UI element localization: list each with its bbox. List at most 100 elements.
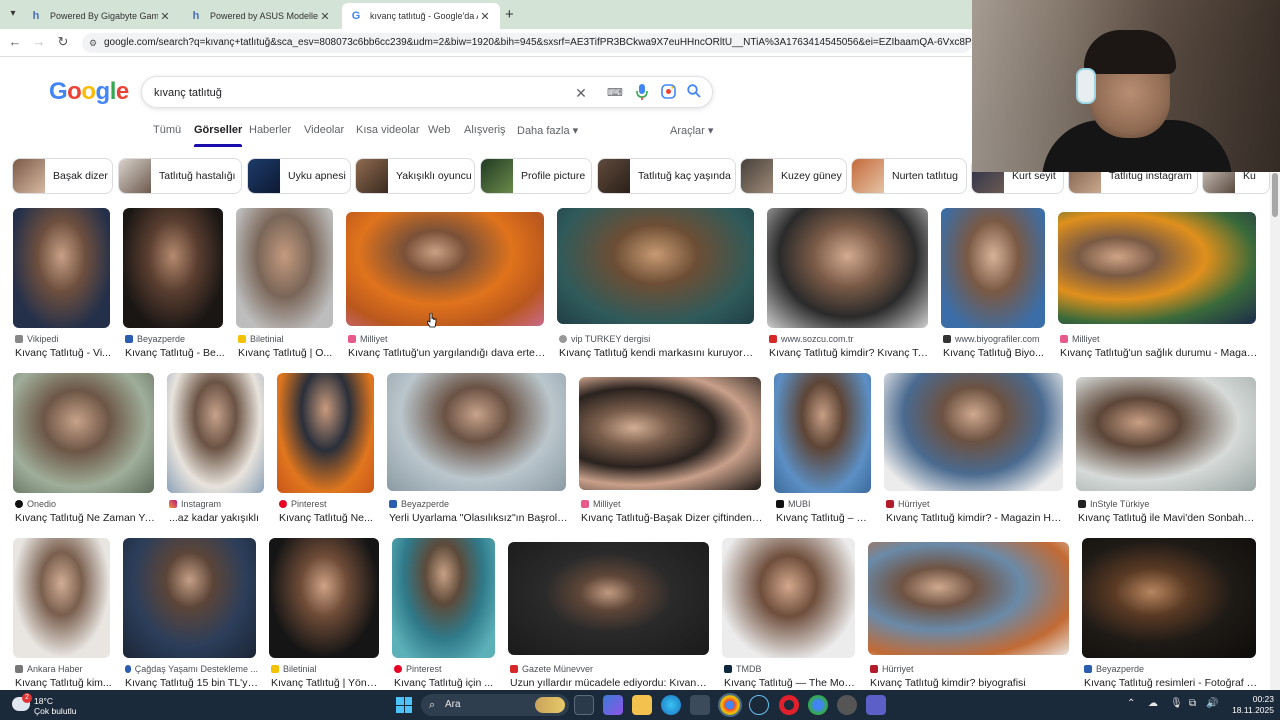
result-image[interactable]	[123, 538, 256, 658]
image-result-hovered[interactable]: Milliyet Kıvanç Tatlıtuğ'un yargılandığı…	[346, 208, 546, 360]
result-title[interactable]: Kıvanç Tatlıtuğ-Başak Dizer çiftinden s.…	[581, 512, 763, 524]
tab-web[interactable]: Web	[428, 124, 450, 136]
image-result[interactable]: MUBI Kıvanç Tatlıtuğ – M...	[774, 373, 873, 525]
result-image[interactable]	[884, 373, 1063, 491]
result-title[interactable]: Kıvanç Tatlıtuğ Ne Zaman Ye...	[15, 512, 156, 524]
result-title[interactable]: Kıvanç Tatlıtuğ - Vi...	[15, 347, 112, 359]
tab-videos[interactable]: Videolar	[304, 124, 344, 136]
result-image[interactable]	[13, 538, 110, 658]
microphone-tray-icon[interactable]: 🎙	[1170, 698, 1183, 709]
result-title[interactable]: Kıvanç Tatlıtuğ ile Mavi'den Sonbahar/..…	[1078, 512, 1258, 524]
image-result[interactable]: Beyazperde Yerli Uyarlama "Olasılıksız"ı…	[387, 373, 568, 525]
result-image[interactable]	[277, 373, 374, 493]
result-image[interactable]	[774, 373, 871, 493]
result-title[interactable]: Kıvanç Tatlıtuğ'un sağlık durumu - Magaz…	[1060, 347, 1258, 359]
new-tab-button[interactable]: +	[505, 6, 514, 23]
clear-icon[interactable]: ✕	[573, 84, 589, 102]
result-source[interactable]: InStyle Türkiye	[1078, 499, 1258, 509]
close-tab-icon[interactable]: ✕	[318, 10, 332, 23]
forward-icon[interactable]: →	[30, 34, 48, 49]
result-source[interactable]: Beyazperde	[389, 499, 568, 509]
back-icon[interactable]: ←	[6, 34, 24, 49]
chip[interactable]: Uyku apnesi	[247, 158, 351, 194]
result-image[interactable]	[868, 542, 1069, 655]
scrollbar-thumb[interactable]	[1272, 173, 1278, 217]
site-info-icon[interactable]: ⚙	[89, 33, 97, 53]
image-result[interactable]: Hürriyet Kıvanç Tatlıtuğ kimdir? - Magaz…	[884, 373, 1065, 525]
tab-short-videos[interactable]: Kısa videolar	[356, 124, 420, 136]
network-icon[interactable]: ⧉	[1189, 698, 1196, 709]
image-result[interactable]: Onedio Kıvanç Tatlıtuğ Ne Zaman Ye...	[13, 373, 156, 525]
chip[interactable]: Yakışıklı oyuncu	[355, 158, 475, 194]
system-clock[interactable]: 00:23 18.11.2025	[1222, 694, 1274, 716]
result-title[interactable]: Kıvanç Tatlıtuğ için ...	[394, 677, 497, 689]
result-title[interactable]: Kıvanç Tatlıtuğ | Yöne...	[271, 677, 381, 689]
browser-tab-active[interactable]: G kıvanç tatlıtuğ - Google'da Ara ✕	[342, 3, 500, 29]
result-image[interactable]	[557, 208, 754, 324]
page-scrollbar[interactable]	[1270, 173, 1280, 690]
taskbar-search[interactable]: ⌕ Ara	[421, 694, 569, 716]
search-input[interactable]	[154, 83, 554, 103]
image-result[interactable]: vip TURKEY dergisi Kıvanç Tatlıtuğ kendi…	[557, 208, 756, 360]
image-result[interactable]: TMDB Kıvanç Tatlıtuğ — The Mov...	[722, 538, 857, 690]
image-result[interactable]: Gazete Münevver Uzun yıllardır mücadele …	[508, 538, 711, 690]
image-result[interactable]: Beyazperde Kıvanç Tatlıtuğ - Be...	[123, 208, 225, 360]
result-title[interactable]: Uzun yıllardır mücadele ediyordu: Kıvanç…	[510, 677, 711, 689]
image-result[interactable]: Pinterest Kıvanç Tatlıtuğ için ...	[392, 538, 495, 690]
result-image[interactable]	[269, 538, 379, 658]
result-image[interactable]	[236, 208, 333, 328]
result-title[interactable]: Kıvanç Tatlıtuğ resimleri - Fotoğraf K..…	[1084, 677, 1258, 689]
address-bar[interactable]: ⚙ google.com/search?q=kıvanç+tatlıtuğ&sc…	[82, 33, 972, 53]
result-title[interactable]: ...az kadar yakışıklı	[169, 512, 266, 524]
result-title[interactable]: Kıvanç Tatlıtuğ kendi markasını kuruyor …	[559, 347, 756, 359]
settings-icon[interactable]	[837, 695, 857, 715]
chip[interactable]: Nurten tatlıtug	[851, 158, 967, 194]
result-title[interactable]: Kıvanç Tatlıtuğ — The Mov...	[724, 677, 857, 689]
result-image[interactable]	[13, 208, 110, 328]
result-image[interactable]	[579, 377, 761, 490]
reload-icon[interactable]: ↻	[54, 34, 72, 50]
chip[interactable]: Tatlıtuğ kaç yaşında	[597, 158, 736, 194]
result-image[interactable]	[123, 208, 223, 328]
result-title[interactable]: Kıvanç Tatlıtuğ kim...	[15, 677, 112, 689]
microsoft-store-icon[interactable]	[690, 695, 710, 715]
browser-tab[interactable]: h Powered By Gigabyte Gaming C ✕	[22, 3, 180, 29]
image-result[interactable]: Milliyet Kıvanç Tatlıtuğ'un sağlık durum…	[1058, 208, 1258, 360]
search-icon[interactable]	[686, 84, 702, 103]
result-title[interactable]: Kıvanç Tatlıtuğ Biyo...	[943, 347, 1047, 359]
result-image[interactable]	[722, 538, 855, 658]
tab-all[interactable]: Tümü	[153, 124, 181, 136]
image-result[interactable]: www.sozcu.com.tr Kıvanç Tatlıtuğ kimdir?…	[767, 208, 930, 360]
result-title[interactable]: Kıvanç Tatlıtuğ 15 bin TL'yi...	[125, 677, 258, 689]
onedrive-icon[interactable]: ☁	[1148, 698, 1158, 709]
image-result[interactable]: Pinterest Kıvanç Tatlıtuğ Ne...	[277, 373, 374, 525]
teams-icon[interactable]	[866, 695, 886, 715]
file-explorer-icon[interactable]	[632, 695, 652, 715]
result-source[interactable]: www.biyografiler.com	[943, 334, 1047, 344]
chip[interactable]: Tatlıtuğ hastalığı	[118, 158, 242, 194]
image-result[interactable]: Çağdaş Yaşamı Destekleme ... Kıvanç Tatl…	[123, 538, 258, 690]
result-source[interactable]: Pinterest	[279, 499, 376, 509]
volume-icon[interactable]: 🔊	[1206, 698, 1218, 709]
result-image[interactable]	[767, 208, 928, 328]
result-source[interactable]: Onedio	[15, 499, 156, 509]
result-title[interactable]: Kıvanç Tatlıtuğ Ne...	[279, 512, 376, 524]
result-source[interactable]: Milliyet	[348, 334, 546, 344]
result-source[interactable]: vip TURKEY dergisi	[559, 334, 756, 344]
result-source[interactable]: Beyazperde	[125, 334, 225, 344]
chrome-icon[interactable]	[720, 695, 740, 715]
result-image[interactable]	[13, 373, 154, 493]
tab-shopping[interactable]: Alışveriş	[464, 124, 506, 136]
result-source[interactable]: Biletinial	[238, 334, 335, 344]
image-result[interactable]: Ankara Haber Kıvanç Tatlıtuğ kim...	[13, 538, 112, 690]
result-image[interactable]	[346, 212, 544, 326]
image-result[interactable]: InStyle Türkiye Kıvanç Tatlıtuğ ile Mavi…	[1076, 373, 1258, 525]
result-title[interactable]: Kıvanç Tatlıtuğ kimdir? - Magazin Hab...	[886, 512, 1065, 524]
result-image[interactable]	[1058, 212, 1256, 324]
image-result[interactable]: Biletinial Kıvanç Tatlıtuğ | Yöne...	[269, 538, 381, 690]
result-title[interactable]: Kıvanç Tatlıtuğ kimdir? biyografisi	[870, 677, 1071, 689]
image-result[interactable]: Milliyet Kıvanç Tatlıtuğ-Başak Dizer çif…	[579, 373, 763, 525]
result-source[interactable]: Gazete Münevver	[510, 664, 711, 674]
result-image[interactable]	[1076, 377, 1256, 491]
result-source[interactable]: www.sozcu.com.tr	[769, 334, 930, 344]
